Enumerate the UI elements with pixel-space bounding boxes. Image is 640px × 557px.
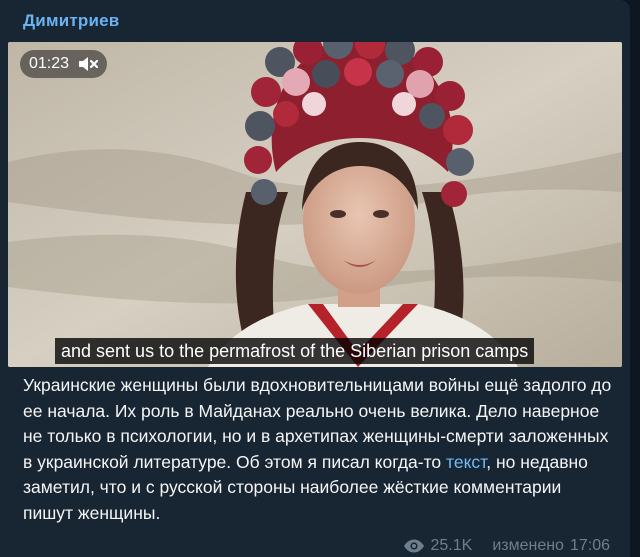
video-frame (8, 42, 622, 367)
post-author[interactable]: Димитриев (23, 11, 119, 31)
message-link[interactable]: текст (446, 452, 486, 472)
mute-icon[interactable] (77, 54, 99, 74)
message-text: Украинские женщины были вдохновительница… (23, 373, 613, 526)
video-time-badge[interactable]: 01:23 (20, 50, 108, 78)
message-meta: 25.1K изменено 17:06 (403, 537, 610, 555)
eye-icon (403, 539, 425, 553)
edited-label: изменено (492, 537, 564, 554)
video-duration: 01:23 (29, 55, 70, 72)
video-player[interactable]: 01:23 and sent us to the permafrost of t… (8, 42, 622, 367)
message-time: 17:06 (569, 537, 610, 554)
video-subtitle: and sent us to the permafrost of the Sib… (55, 338, 535, 364)
view-count: 25.1K (430, 537, 473, 554)
channel-post: Димитриев 01:23 and sent us to the perma… (0, 0, 630, 557)
